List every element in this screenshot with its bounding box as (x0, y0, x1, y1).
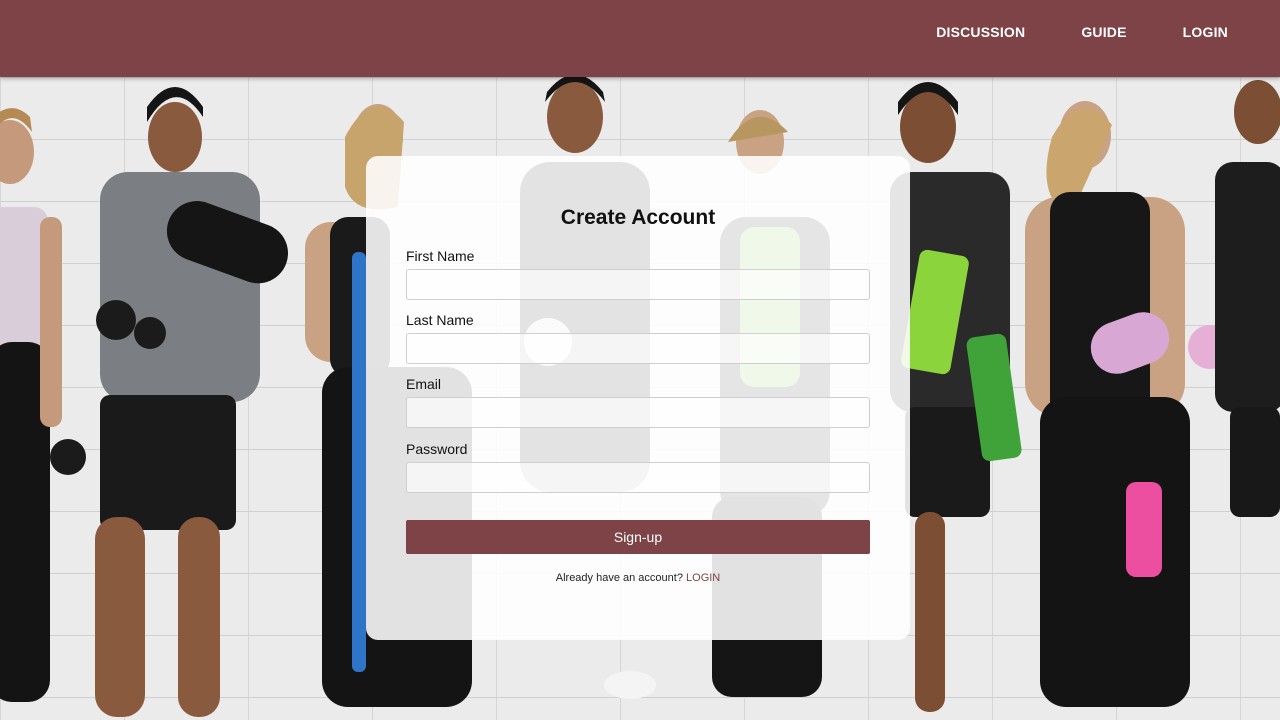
last-name-input[interactable] (406, 333, 870, 364)
first-name-label: First Name (406, 248, 475, 264)
login-prompt-text: Already have an account? (555, 572, 683, 584)
person-2 (95, 87, 289, 717)
password-input[interactable] (406, 462, 870, 493)
person-1 (0, 108, 86, 702)
password-label: Password (406, 441, 468, 457)
last-name-label: Last Name (406, 312, 474, 328)
first-name-input[interactable] (406, 269, 870, 300)
person-7 (1025, 101, 1232, 707)
email-input[interactable] (406, 397, 870, 428)
nav-login-link[interactable]: LOGIN (1183, 24, 1228, 40)
form-title: Create Account (560, 206, 716, 229)
email-label: Email (406, 376, 442, 392)
login-link[interactable]: LOGIN (686, 572, 720, 584)
top-navigation-bar: DISCUSSION GUIDE LOGIN (0, 0, 1280, 77)
nav-guide-link[interactable]: GUIDE (1081, 24, 1126, 40)
sign-up-button[interactable]: Sign-up (406, 520, 870, 554)
nav-discussion-link[interactable]: DISCUSSION (936, 24, 1025, 40)
main-nav: DISCUSSION GUIDE LOGIN (936, 0, 1280, 64)
create-account-card: Create Account First Name Last Name Emai… (366, 156, 910, 640)
login-prompt: Already have an account? LOGIN (366, 572, 910, 584)
person-8 (1215, 80, 1280, 517)
